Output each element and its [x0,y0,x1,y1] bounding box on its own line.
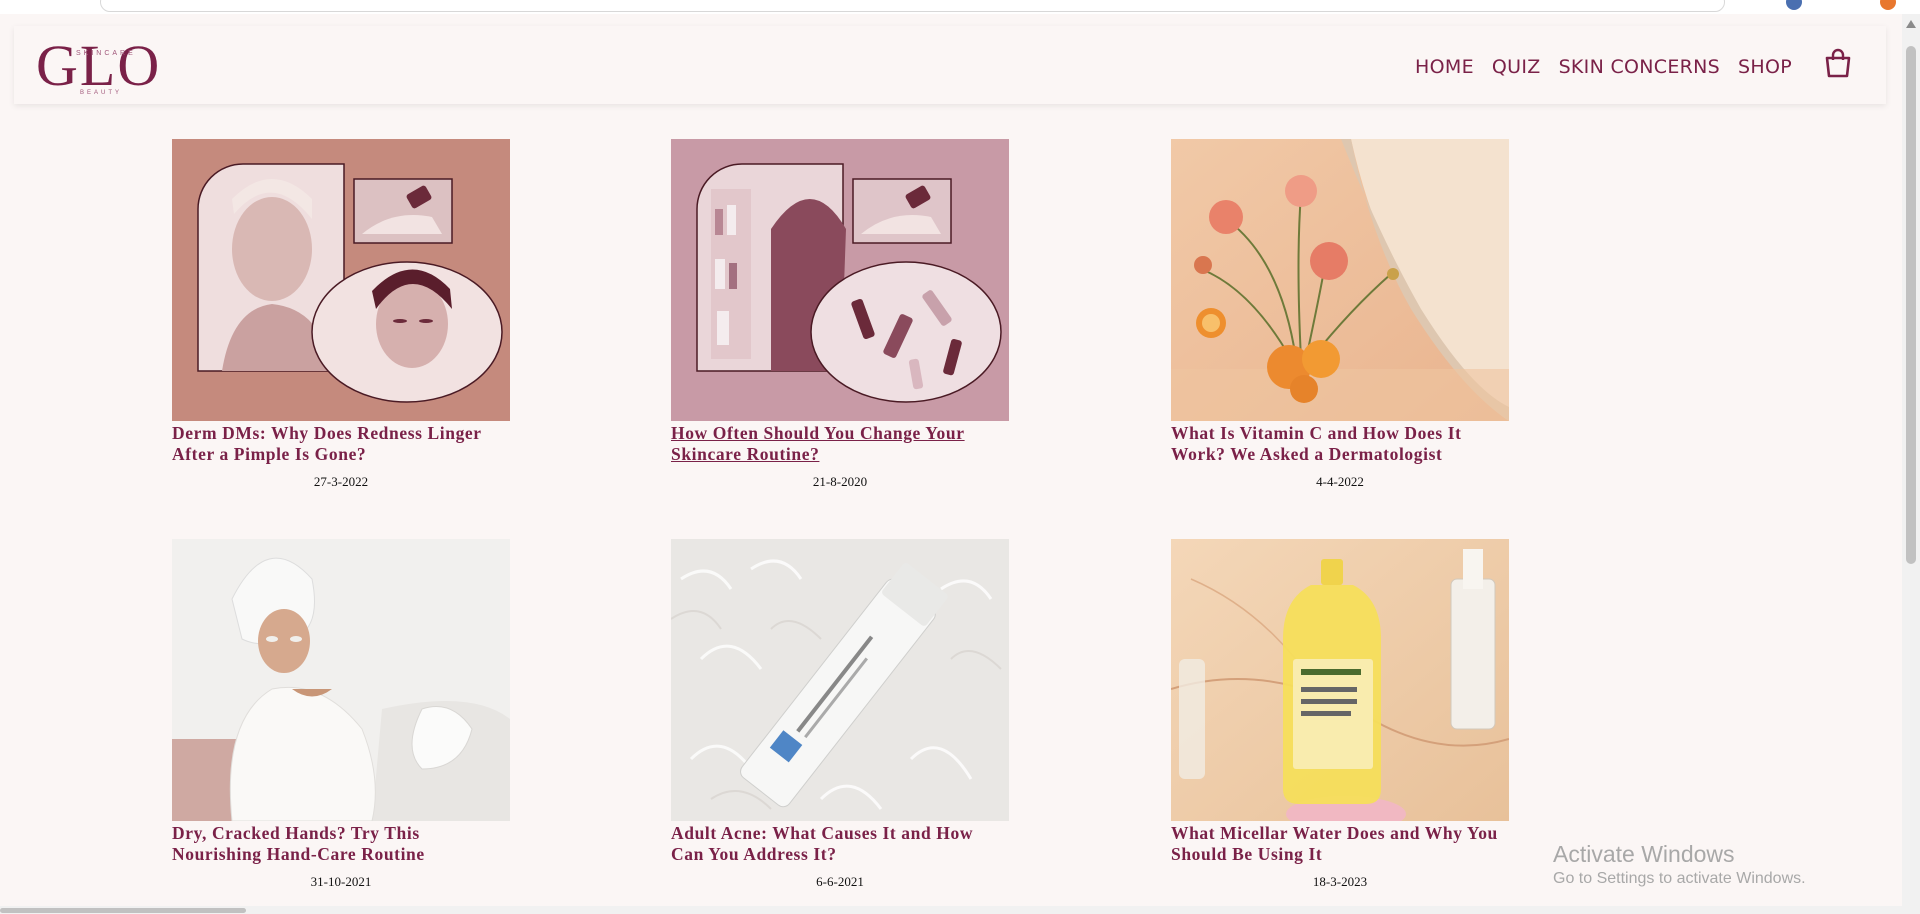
logo-tagline-top: SKINCARE [76,50,136,57]
micellar-water-bottle-image[interactable] [1171,539,1509,821]
scrollbar-thumb[interactable] [1906,46,1916,564]
extension-icon[interactable] [1880,0,1896,10]
scroll-up-arrow-icon[interactable] [1906,20,1916,28]
article-date: 21-8-2020 [812,474,868,489]
site-header: GLO SKINCARE BEAUTY HOME QUIZ SKIN CONCE… [14,26,1886,104]
horizontal-scrollbar[interactable] [0,906,1902,914]
article-title[interactable]: How Often Should You Change Your Skincar… [671,421,1009,465]
article-date: 31-10-2021 [310,874,372,889]
shopping-bag-icon[interactable] [1824,48,1852,78]
logo-tagline-bottom: BEAUTY [80,90,123,96]
article-date: 18-3-2023 [1312,874,1368,889]
address-bar[interactable] [100,0,1725,12]
redness-collage-image[interactable] [172,139,510,421]
watermark-title: Activate Windows [1553,841,1735,867]
oranges-roses-image[interactable] [1171,139,1509,421]
article-date: 6-6-2021 [816,874,864,889]
article-date: 27-3-2022 [313,474,369,489]
main-nav: HOME QUIZ SKIN CONCERNS SHOP [1415,52,1792,82]
nav-skin-concerns[interactable]: SKIN CONCERNS [1559,56,1720,78]
article-card: What Micellar Water Does and Why You Sho… [1171,539,1509,890]
hand-care-woman-image[interactable] [172,539,510,821]
article-date: 4-4-2022 [1316,474,1364,489]
browser-toolbar [0,0,1920,14]
article-title[interactable]: What Micellar Water Does and Why You Sho… [1171,821,1509,865]
article-card: How Often Should You Change Your Skincar… [671,139,1009,490]
skincare-routine-collage-image[interactable] [671,139,1009,421]
nav-home[interactable]: HOME [1415,56,1474,78]
article-card: Derm DMs: Why Does Redness Linger After … [172,139,510,490]
horizontal-scrollbar-thumb[interactable] [0,908,246,913]
nav-shop[interactable]: SHOP [1738,56,1792,78]
watermark-subtitle: Go to Settings to activate Windows. [1553,870,1806,887]
profile-avatar[interactable] [1786,0,1802,10]
site-logo[interactable]: GLO SKINCARE BEAUTY [36,32,176,100]
article-card: Dry, Cracked Hands? Try This Nourishing … [172,539,510,890]
article-title[interactable]: What Is Vitamin C and How Does It Work? … [1171,421,1509,465]
windows-activation-watermark: Activate Windows Go to Settings to activ… [1553,840,1806,890]
article-title[interactable]: Derm DMs: Why Does Redness Linger After … [172,421,510,465]
nav-quiz[interactable]: QUIZ [1492,56,1541,78]
article-card: What Is Vitamin C and How Does It Work? … [1171,139,1509,490]
article-title[interactable]: Dry, Cracked Hands? Try This Nourishing … [172,821,510,865]
article-title[interactable]: Adult Acne: What Causes It and How Can Y… [671,821,1009,865]
vertical-scrollbar[interactable] [1902,14,1920,914]
acne-cream-tube-image[interactable] [671,539,1009,821]
article-card: Adult Acne: What Causes It and How Can Y… [671,539,1009,890]
